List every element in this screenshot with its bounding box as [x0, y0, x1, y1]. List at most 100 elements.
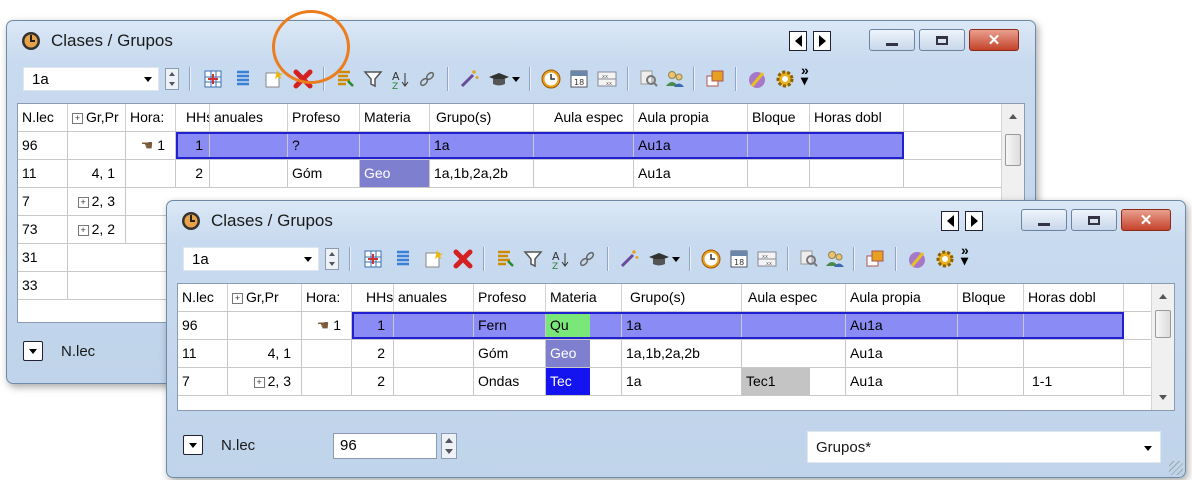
filter-button[interactable]: [361, 67, 385, 91]
table-row[interactable]: 73 +2, 2: [18, 216, 178, 244]
matrix-button[interactable]: xx xx: [755, 247, 779, 271]
users-icon: [666, 71, 684, 87]
settings-button[interactable]: [933, 247, 957, 271]
users-button[interactable]: [663, 67, 687, 91]
table-row[interactable]: 7 +2, 3 2 Ondas Tec 1a Tec1 Au1a 1-1: [178, 368, 1174, 396]
users-button[interactable]: [823, 247, 847, 271]
col-aula-propia[interactable]: Aula propia: [634, 104, 748, 131]
highlight-ring: [272, 10, 350, 84]
maximize-button[interactable]: [919, 29, 965, 51]
col-grupos[interactable]: Grupo(s): [622, 284, 742, 311]
cell-grpr: +2, 3: [68, 188, 126, 215]
overflow-button[interactable]: » ▾: [801, 63, 809, 87]
col-hora[interactable]: Hora:: [302, 284, 352, 311]
next-button[interactable]: [813, 31, 831, 51]
link-button[interactable]: [575, 247, 599, 271]
sort-button[interactable]: AZ: [389, 67, 413, 91]
filter-button[interactable]: [521, 247, 545, 271]
cell-grpr-value: 2, 3: [91, 193, 115, 209]
col-hhs[interactable]: HHs: [352, 284, 394, 311]
link-button[interactable]: [415, 67, 439, 91]
col-hhs[interactable]: HHs: [176, 104, 210, 131]
teacher-button[interactable]: [647, 247, 671, 271]
table-row[interactable]: 96 ☚ 1 1 ? 1a Au1a: [18, 132, 1018, 160]
class-selector[interactable]: 1a: [183, 247, 319, 271]
teacher-button[interactable]: [487, 67, 511, 91]
resize-grip[interactable]: [1169, 461, 1183, 475]
prev-button[interactable]: [941, 211, 959, 231]
scroll-thumb[interactable]: [1005, 134, 1021, 166]
col-profesor[interactable]: Profeso: [474, 284, 546, 311]
col-nlec[interactable]: N.lec: [18, 104, 68, 131]
sort-button[interactable]: AZ: [549, 247, 573, 271]
edit-button[interactable]: [745, 67, 769, 91]
search-button[interactable]: [637, 67, 661, 91]
col-nlec[interactable]: N.lec: [178, 284, 228, 311]
col-materia[interactable]: Materia: [360, 104, 430, 131]
matrix-button[interactable]: xx xx: [595, 67, 619, 91]
vertical-scrollbar[interactable]: [1151, 284, 1174, 410]
magic-button[interactable]: [617, 247, 641, 271]
windows-button[interactable]: [703, 67, 727, 91]
col-anuales[interactable]: anuales: [210, 104, 288, 131]
minimize-button[interactable]: [1021, 209, 1067, 231]
calendar-button[interactable]: 18: [567, 67, 591, 91]
col-profesor[interactable]: Profeso: [288, 104, 360, 131]
col-grupos[interactable]: Grupo(s): [430, 104, 534, 131]
close-button[interactable]: ✕: [969, 29, 1019, 51]
col-aula-espec[interactable]: Aula espec: [534, 104, 634, 131]
edit-button[interactable]: [905, 247, 929, 271]
col-anuales[interactable]: anuales: [394, 284, 474, 311]
calendar-button[interactable]: 18: [727, 247, 751, 271]
list-icon: [397, 250, 409, 266]
clock-button[interactable]: [539, 67, 563, 91]
close-button[interactable]: ✕: [1121, 209, 1171, 231]
col-horas-dobl[interactable]: Horas dobl: [1024, 284, 1124, 311]
search-button[interactable]: [797, 247, 821, 271]
table-row[interactable]: 33: [18, 272, 178, 300]
footer-dropdown-button[interactable]: [183, 435, 203, 455]
magic-button[interactable]: [457, 67, 481, 91]
minimize-button[interactable]: [869, 29, 915, 51]
nlec-input[interactable]: 96: [333, 433, 437, 459]
nlec-spinner[interactable]: [441, 433, 457, 459]
table-row[interactable]: 31: [18, 244, 178, 272]
table-row[interactable]: 11 4, 1 2 Góm Geo 1a,1b,2a,2b Au1a: [178, 340, 1174, 368]
svg-text:xx: xx: [602, 74, 608, 80]
overflow-button[interactable]: » ▾: [961, 243, 969, 267]
table-row[interactable]: 7 +2, 3: [18, 188, 178, 216]
list-button[interactable]: [231, 67, 255, 91]
grid-button[interactable]: [201, 67, 225, 91]
class-selector[interactable]: 1a: [23, 67, 159, 91]
col-grpr[interactable]: + Gr,Pr: [68, 104, 126, 131]
col-hora[interactable]: Hora:: [126, 104, 176, 131]
clock-button[interactable]: [699, 247, 723, 271]
table-row[interactable]: 11 4, 1 2 Góm Geo 1a,1b,2a,2b Au1a: [18, 160, 1018, 188]
teacher-dropdown[interactable]: [669, 247, 683, 271]
prev-button[interactable]: [789, 31, 807, 51]
col-bloque[interactable]: Bloque: [748, 104, 810, 131]
class-spinner[interactable]: [325, 248, 339, 270]
col-bloque[interactable]: Bloque: [958, 284, 1024, 311]
col-grpr[interactable]: + Gr,Pr: [228, 284, 302, 311]
table-row[interactable]: 96 ☚ 1 1 Fern Qu 1a Au1a: [178, 312, 1174, 340]
class-selector-value: 1a: [32, 71, 49, 88]
col-aula-espec[interactable]: Aula espec: [742, 284, 846, 311]
list-button[interactable]: [391, 247, 415, 271]
maximize-button[interactable]: [1071, 209, 1117, 231]
footer-dropdown-button[interactable]: [23, 341, 43, 361]
windows-button[interactable]: [863, 247, 887, 271]
report-button[interactable]: [493, 247, 517, 271]
delete-button[interactable]: [451, 247, 475, 271]
col-materia[interactable]: Materia: [546, 284, 622, 311]
class-spinner[interactable]: [165, 68, 179, 90]
grupos-selector[interactable]: Grupos*: [807, 431, 1161, 463]
col-horas-dobl[interactable]: Horas dobl: [810, 104, 904, 131]
settings-button[interactable]: [773, 67, 797, 91]
teacher-dropdown[interactable]: [509, 67, 523, 91]
next-button[interactable]: [965, 211, 983, 231]
scroll-thumb[interactable]: [1155, 310, 1171, 338]
grid-button[interactable]: [361, 247, 385, 271]
col-aula-propia[interactable]: Aula propia: [846, 284, 958, 311]
new-button[interactable]: [421, 247, 445, 271]
